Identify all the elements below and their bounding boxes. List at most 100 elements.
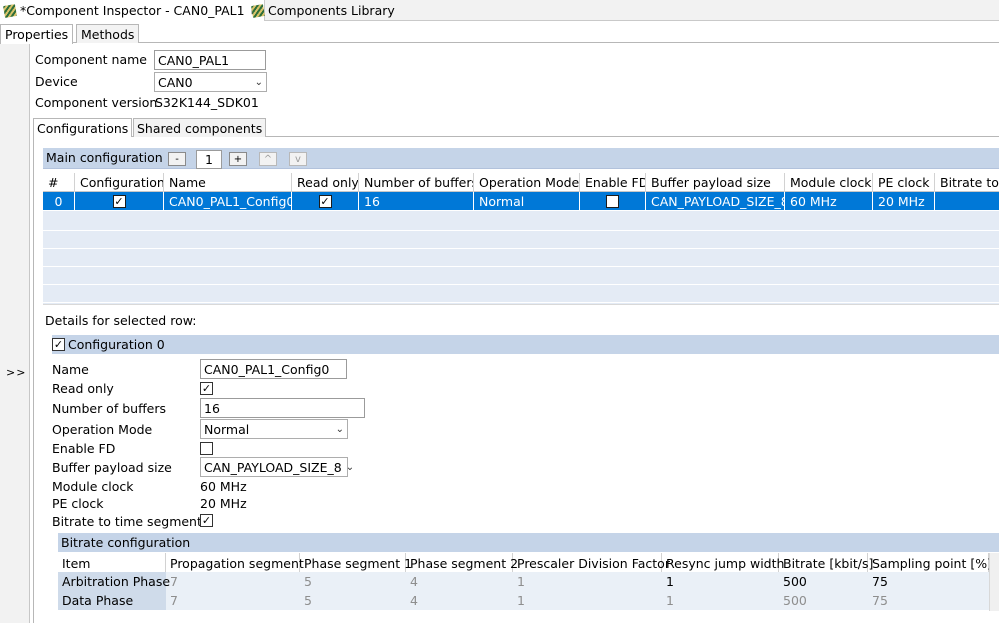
configuration-cell[interactable]: ✓ <box>75 192 164 211</box>
tab-component-inspector[interactable]: *Component Inspector - CAN0_PAL1 ⊠ <box>0 0 265 21</box>
bitrate-to-time-segments-checkbox[interactable]: ✓ <box>200 514 213 527</box>
chevron-down-icon: ⌄ <box>345 461 355 473</box>
column-header[interactable]: Operation Mode <box>474 173 580 192</box>
column-header[interactable]: Module clock <box>785 173 873 192</box>
enable-fd-cell[interactable] <box>580 192 646 211</box>
table-row: Arbitration Phase 7 5 4 1 1 500 75 <box>58 572 999 591</box>
component-name-field[interactable]: CAN0_PAL1 <box>154 50 266 70</box>
row-index: 0 <box>43 192 75 211</box>
pe-clock-cell: 20 MHz <box>873 192 935 211</box>
buffers-cell[interactable]: 16 <box>359 192 474 211</box>
bitrate-cell <box>935 192 999 211</box>
sampling-point: 75 <box>872 593 888 608</box>
move-up-button[interactable]: ^ <box>259 152 277 166</box>
name-field[interactable]: CAN0_PAL1_Config0 <box>200 359 347 379</box>
main-configuration-header: Main configuration <box>43 148 999 169</box>
phase-segment-1: 5 <box>304 574 312 589</box>
component-version-value: S32K144_SDK01 <box>155 95 259 110</box>
resync-jump-width[interactable]: 1 <box>662 572 779 591</box>
buffer-payload-size-label: Buffer payload size <box>52 460 172 475</box>
editor-tab-bar: *Component Inspector - CAN0_PAL1 ⊠ Compo… <box>0 0 999 21</box>
bitrate-configuration-title: Bitrate configuration <box>61 535 191 550</box>
buffer-payload-size-select[interactable]: CAN_PAYLOAD_SIZE_8 ⌄ <box>200 457 354 477</box>
expand-arrows-icon[interactable]: >> <box>6 366 26 379</box>
prescaler: 1 <box>517 574 525 589</box>
tab-properties[interactable]: Properties <box>0 24 74 44</box>
device-label: Device <box>35 74 78 89</box>
column-header[interactable]: Name <box>164 173 292 192</box>
column-header[interactable]: Enable FD <box>580 173 646 192</box>
table-row-empty <box>43 284 999 303</box>
column-header: Prescaler Division Factor <box>513 553 670 573</box>
column-header: Propagation segment <box>166 553 304 573</box>
configuration-section-header[interactable]: ✓ Configuration 0 <box>52 335 999 354</box>
column-header: Sampling point [%] <box>868 553 992 573</box>
module-clock-cell: 60 MHz <box>785 192 873 211</box>
library-icon <box>251 3 265 18</box>
remove-config-button[interactable]: - <box>168 152 186 166</box>
table-row: Data Phase 7 5 4 1 1 500 75 <box>58 591 999 610</box>
read-only-cell[interactable]: ✓ <box>292 192 359 211</box>
scrollbar[interactable] <box>989 553 999 611</box>
inspector-tabs: Properties Methods <box>0 24 999 44</box>
column-header[interactable]: Buffer payload size <box>646 173 785 192</box>
module-clock-label: Module clock <box>52 479 134 494</box>
bitrate-table-header: Item Propagation segment Phase segment 1… <box>58 553 999 573</box>
read-only-checkbox[interactable]: ✓ <box>318 195 332 208</box>
table-row-empty <box>43 212 999 231</box>
component-name-label: Component name <box>35 52 147 67</box>
payload-cell[interactable]: CAN_PAYLOAD_SIZE_8 <box>646 192 785 211</box>
buffer-payload-size-value: CAN_PAYLOAD_SIZE_8 <box>204 459 342 475</box>
enable-fd-checkbox[interactable] <box>606 195 619 208</box>
main-configuration-title: Main configuration <box>46 150 163 165</box>
read-only-label: Read only <box>52 381 114 396</box>
move-down-button[interactable]: v <box>289 152 307 166</box>
tab-label: Methods <box>81 26 135 42</box>
configuration-checkbox[interactable]: ✓ <box>112 195 126 208</box>
tab-label: Configurations <box>37 120 129 136</box>
configuration-section-title: Configuration 0 <box>68 337 165 352</box>
table-row-empty <box>43 230 999 249</box>
column-header[interactable]: # <box>43 173 75 192</box>
config-index-field[interactable]: 1 <box>196 150 222 169</box>
propagation-segment: 7 <box>170 593 178 608</box>
tab-components-library[interactable]: Components Library <box>248 0 399 21</box>
enable-fd-checkbox[interactable] <box>200 442 213 455</box>
phase-segment-2: 4 <box>410 574 418 589</box>
column-header[interactable]: Read only <box>292 173 359 192</box>
column-header[interactable]: PE clock <box>873 173 935 192</box>
chevron-down-icon: ⌄ <box>254 76 263 88</box>
tab-label: Shared components <box>137 120 263 136</box>
device-select[interactable]: CAN0 ⌄ <box>154 72 267 92</box>
column-header[interactable]: Bitrate to t <box>935 173 999 192</box>
table-row[interactable]: 0 ✓ CAN0_PAL1_Config0 ✓ 16 Normal CAN_PA… <box>43 192 999 211</box>
tab-shared-components[interactable]: Shared components <box>133 118 267 137</box>
collapse-strip[interactable]: >> <box>0 44 30 623</box>
phase-segment-1: 5 <box>304 593 312 608</box>
add-config-button[interactable]: + <box>229 152 247 166</box>
configuration-enable-checkbox[interactable]: ✓ <box>52 338 65 351</box>
number-of-buffers-field[interactable]: 16 <box>200 398 365 418</box>
bitrate: 500 <box>783 593 807 608</box>
column-header: Phase segment 2 <box>406 553 518 573</box>
tab-methods[interactable]: Methods <box>76 24 140 43</box>
name-cell[interactable]: CAN0_PAL1_Config0 <box>164 192 292 211</box>
column-header: Phase segment 1 <box>300 553 412 573</box>
operation-mode-select[interactable]: Normal ⌄ <box>200 419 348 439</box>
sampling-point[interactable]: 75 <box>868 572 989 591</box>
tab-configurations[interactable]: Configurations <box>33 118 133 137</box>
component-icon <box>3 3 17 18</box>
operation-mode-value: Normal <box>204 421 250 437</box>
table-row-empty <box>43 248 999 267</box>
component-version-label: Component version <box>35 95 158 110</box>
row-item: Arbitration Phase <box>58 572 170 591</box>
column-header[interactable]: Configuration <box>75 173 164 192</box>
name-label: Name <box>52 362 89 377</box>
pe-clock-value: 20 MHz <box>200 496 247 511</box>
mode-cell[interactable]: Normal <box>474 192 580 211</box>
read-only-checkbox[interactable]: ✓ <box>200 382 213 395</box>
column-header[interactable]: Number of buffers <box>359 173 474 192</box>
bitrate[interactable]: 500 <box>779 572 868 591</box>
configuration-tabs: Configurations Shared components <box>33 117 999 137</box>
bitrate-configuration-header: Bitrate configuration <box>58 533 999 552</box>
